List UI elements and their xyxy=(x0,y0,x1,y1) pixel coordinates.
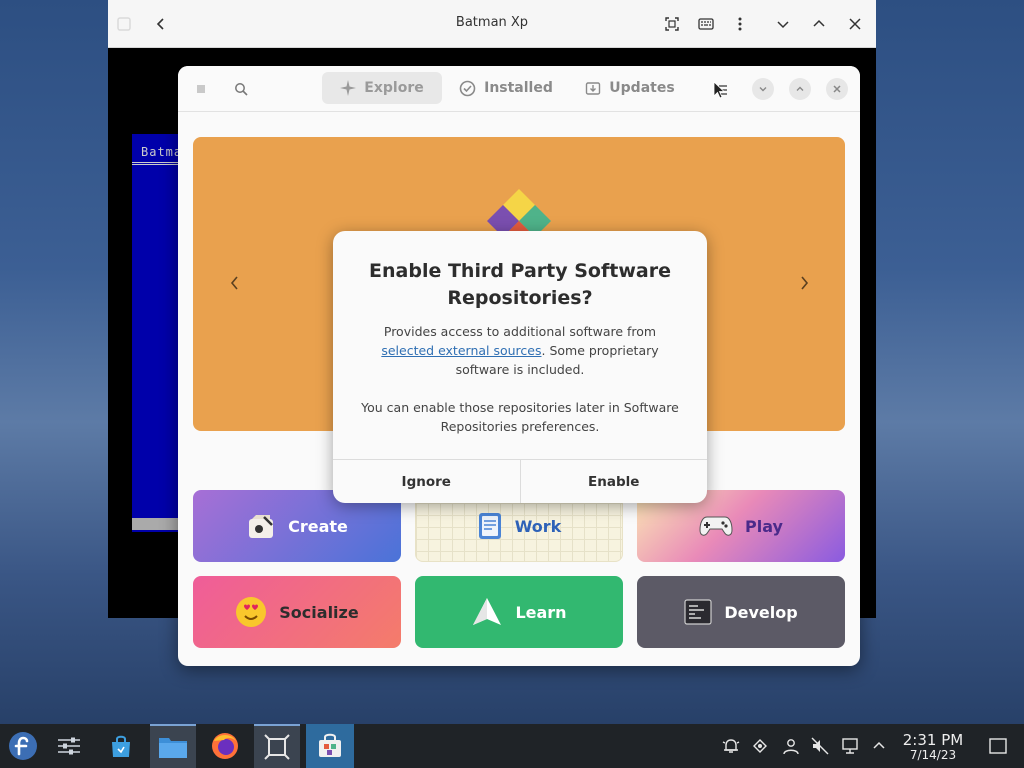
category-learn[interactable]: Learn xyxy=(415,576,623,648)
tab-explore[interactable]: Explore xyxy=(322,72,442,104)
discover-taskbar-button[interactable] xyxy=(98,724,144,768)
fullscreen-icon[interactable] xyxy=(660,12,684,36)
fedora-icon xyxy=(9,732,37,760)
tab-installed[interactable]: Installed xyxy=(454,72,558,104)
banner-next-icon[interactable] xyxy=(798,275,810,296)
sliders-icon xyxy=(58,737,80,755)
keyboard-icon[interactable] xyxy=(694,12,718,36)
dialog-body: Provides access to additional software f… xyxy=(357,322,683,379)
sparkle-icon xyxy=(340,80,357,96)
dos-divider xyxy=(132,162,182,165)
store-bag-icon xyxy=(112,735,130,757)
close-icon xyxy=(833,85,841,93)
smiley-icon xyxy=(236,597,267,627)
paper-plane-icon xyxy=(473,598,502,625)
sw-close-button[interactable] xyxy=(826,78,848,100)
close-icon[interactable] xyxy=(843,12,867,36)
search-icon[interactable] xyxy=(232,80,250,98)
software-bag-icon xyxy=(319,733,341,757)
third-party-repos-dialog: Enable Third Party Software Repositories… xyxy=(333,231,707,503)
software-taskbar-button[interactable] xyxy=(306,724,354,768)
maximize-icon[interactable] xyxy=(807,12,831,36)
enable-button[interactable]: Enable xyxy=(519,460,708,503)
dos-status-bar xyxy=(132,518,182,530)
ignore-button[interactable]: Ignore xyxy=(333,460,520,503)
gamepad-icon xyxy=(699,516,733,536)
category-play-label: Play xyxy=(745,516,783,536)
sw-maximize-button[interactable] xyxy=(789,78,811,100)
dos-title: Batma xyxy=(141,145,183,159)
chevron-down-icon xyxy=(759,87,767,92)
dialog-body-secondary: You can enable those repositories later … xyxy=(361,400,679,434)
notifications-icon[interactable] xyxy=(721,736,741,756)
dialog-title: Enable Third Party Software Repositories… xyxy=(369,260,671,309)
network-icon[interactable] xyxy=(840,736,860,756)
app-launcher-button[interactable] xyxy=(0,724,46,768)
user-switch-icon[interactable] xyxy=(781,736,801,756)
dialog-button-row: Ignore Enable xyxy=(333,459,707,503)
outer-titlebar: Batman Xp xyxy=(108,0,876,48)
clock-date: 7/14/23 xyxy=(909,748,957,762)
dialog-body-prefix: Provides access to additional software f… xyxy=(383,324,657,339)
tab-explore-label: Explore xyxy=(364,80,424,96)
volume-muted-icon[interactable] xyxy=(810,736,830,756)
terminal-icon xyxy=(684,599,712,625)
software-header: Explore Installed Updates xyxy=(178,66,860,112)
window-title: Batman Xp xyxy=(455,15,529,30)
category-socialize[interactable]: Socialize xyxy=(193,576,401,648)
tab-updates-label: Updates xyxy=(609,80,675,96)
clock-time: 2:31 PM xyxy=(902,731,964,749)
folder-icon xyxy=(159,738,187,758)
category-create-label: Create xyxy=(288,516,348,536)
tab-updates[interactable]: Updates xyxy=(578,72,682,104)
software-app-icon xyxy=(194,82,208,96)
minimize-icon[interactable] xyxy=(771,12,795,36)
category-work-label: Work xyxy=(514,516,562,536)
category-learn-label: Learn xyxy=(515,602,567,622)
firefox-icon xyxy=(212,733,238,759)
box-frame-icon xyxy=(264,734,290,760)
menu-dots-icon[interactable] xyxy=(728,12,752,36)
show-desktop-icon[interactable] xyxy=(988,736,1008,756)
dos-screen: Batma xyxy=(132,134,182,532)
work-icon xyxy=(478,513,501,539)
check-circle-icon xyxy=(459,80,476,96)
tray-expand-icon[interactable] xyxy=(869,736,889,756)
kde-connect-icon[interactable] xyxy=(750,736,770,756)
vm-taskbar-button[interactable] xyxy=(254,724,300,768)
category-develop[interactable]: Develop xyxy=(637,576,845,648)
clock[interactable]: 2:31 PM 7/14/23 xyxy=(898,732,968,762)
taskbar: 2:31 PM 7/14/23 xyxy=(0,724,1024,768)
create-icon xyxy=(249,515,274,538)
tab-installed-label: Installed xyxy=(484,80,553,96)
settings-taskbar-button[interactable] xyxy=(46,724,92,768)
chevron-up-icon xyxy=(796,86,804,91)
sw-minimize-button[interactable] xyxy=(752,78,774,100)
external-sources-link[interactable]: selected external sources xyxy=(381,343,541,358)
banner-prev-icon[interactable] xyxy=(229,275,241,296)
category-socialize-label: Socialize xyxy=(279,602,359,622)
firefox-taskbar-button[interactable] xyxy=(202,724,248,768)
hamburger-menu-icon[interactable] xyxy=(708,79,732,101)
files-taskbar-button[interactable] xyxy=(150,724,196,768)
category-develop-label: Develop xyxy=(724,602,798,622)
download-icon xyxy=(586,82,601,95)
